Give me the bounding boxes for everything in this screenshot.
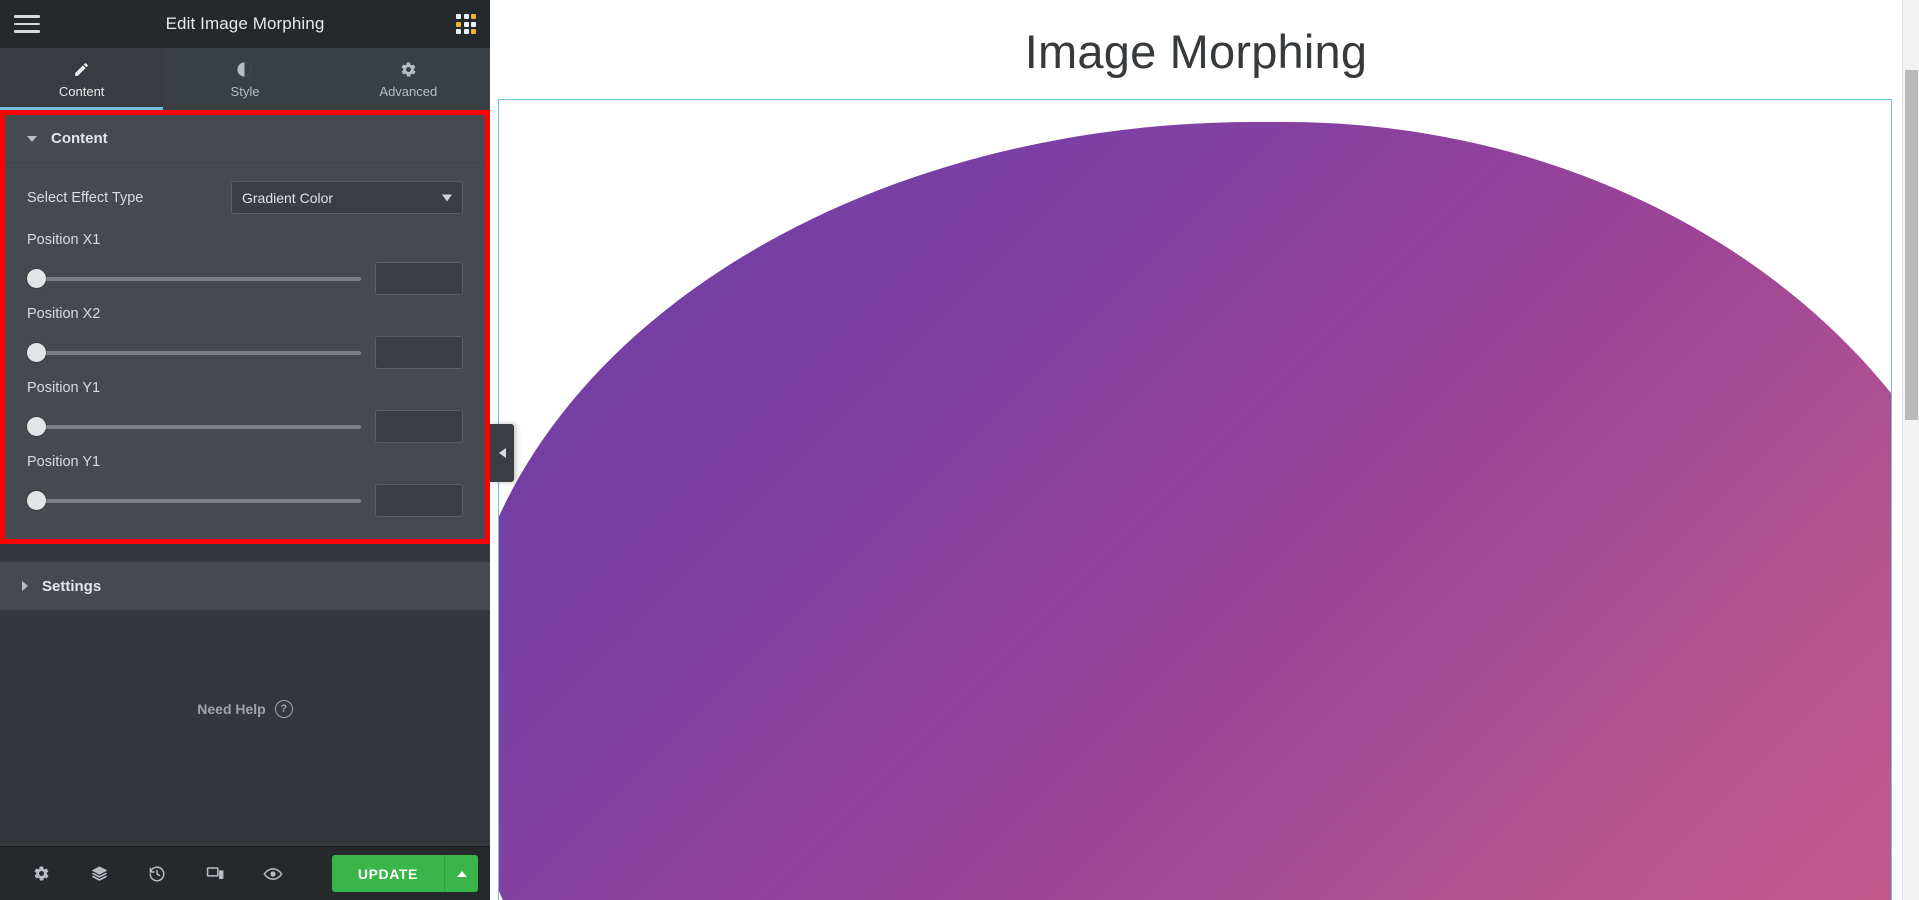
- tab-content[interactable]: Content: [0, 48, 164, 110]
- slider-position-x2: Position X2: [27, 306, 463, 369]
- hamburger-icon[interactable]: [14, 15, 40, 33]
- section-content: Content Select Effect Type Gradient Colo…: [5, 115, 485, 539]
- need-help-label: Need Help: [197, 701, 266, 717]
- content-section-highlight: Content Select Effect Type Gradient Colo…: [0, 110, 490, 544]
- image-morphing-widget-frame[interactable]: [498, 99, 1892, 900]
- slider-track-y1-a[interactable]: [27, 417, 361, 437]
- section-settings-title: Settings: [42, 577, 102, 595]
- section-divider: [0, 544, 490, 562]
- panel-title: Edit Image Morphing: [165, 14, 325, 33]
- contrast-icon: [236, 59, 253, 79]
- caret-up-icon: [456, 870, 467, 877]
- slider-value-input-x1[interactable]: [375, 262, 463, 295]
- need-help-link[interactable]: Need Help ?: [0, 700, 490, 718]
- editor-panel: Edit Image Morphing Content Style Advanc…: [0, 0, 490, 900]
- section-content-header[interactable]: Content: [5, 115, 485, 163]
- caret-right-icon: [22, 581, 28, 591]
- slider-value-input-y1-b[interactable]: [375, 484, 463, 517]
- tab-advanced-label: Advanced: [379, 84, 438, 99]
- panel-tabs: Content Style Advanced: [0, 48, 490, 110]
- slider-handle[interactable]: [27, 343, 46, 362]
- slider-handle[interactable]: [27, 269, 46, 288]
- pencil-icon: [73, 59, 90, 79]
- section-content-body: Select Effect Type Gradient Color Positi…: [5, 163, 485, 539]
- section-settings: Settings: [0, 562, 490, 610]
- slider-rail: [35, 424, 361, 429]
- slider-label: Position Y1: [27, 454, 101, 470]
- slider-label: Position X2: [27, 306, 101, 322]
- section-settings-header[interactable]: Settings: [0, 562, 490, 610]
- panel-body: Content Select Effect Type Gradient Colo…: [0, 110, 490, 846]
- grid-apps-icon[interactable]: [456, 14, 476, 34]
- slider-value-input-y1-a[interactable]: [375, 410, 463, 443]
- update-button-group: UPDATE: [331, 855, 478, 892]
- page-title: Image Morphing: [1024, 25, 1368, 78]
- gear-icon: [400, 59, 417, 79]
- slider-label: Position X1: [27, 232, 101, 248]
- slider-value-input-x2[interactable]: [375, 336, 463, 369]
- canvas-scroll-area: Image Morphing: [490, 0, 1902, 900]
- tab-style[interactable]: Style: [163, 48, 327, 110]
- slider-position-y1-a: Position Y1: [27, 380, 463, 443]
- slider-handle[interactable]: [27, 417, 46, 436]
- tab-advanced[interactable]: Advanced: [326, 48, 490, 110]
- effect-type-row: Select Effect Type Gradient Color: [27, 181, 463, 214]
- slider-label: Position Y1: [27, 380, 101, 396]
- gradient-morph-shape: [499, 122, 1891, 900]
- chevron-left-icon: [498, 448, 506, 458]
- caret-down-icon: [27, 135, 37, 142]
- update-button[interactable]: UPDATE: [331, 855, 444, 892]
- slider-track-x2[interactable]: [27, 343, 361, 363]
- slider-rail: [35, 276, 361, 281]
- question-circle-icon: ?: [274, 700, 293, 718]
- responsive-mode-icon[interactable]: [186, 854, 244, 894]
- slider-track-x1[interactable]: [27, 269, 361, 289]
- effect-type-select[interactable]: Gradient Color: [231, 181, 463, 214]
- update-options-button[interactable]: [444, 855, 478, 892]
- elementor-editor: Edit Image Morphing Content Style Advanc…: [0, 0, 1919, 900]
- scrollbar-thumb[interactable]: [1905, 70, 1918, 420]
- settings-gear-icon[interactable]: [12, 854, 70, 894]
- tab-style-label: Style: [230, 84, 260, 99]
- vertical-scrollbar[interactable]: [1902, 0, 1919, 900]
- tab-content-label: Content: [58, 84, 105, 99]
- effect-type-select-wrap: Gradient Color: [231, 181, 463, 214]
- history-revisions-icon[interactable]: [128, 854, 186, 894]
- slider-track-y1-b[interactable]: [27, 491, 361, 511]
- panel-footer: UPDATE: [0, 846, 490, 900]
- slider-position-x1: Position X1: [27, 232, 463, 295]
- panel-collapse-handle[interactable]: [490, 424, 514, 482]
- slider-position-y1-b: Position Y1: [27, 454, 463, 517]
- preview-canvas: Image Morphing: [490, 0, 1919, 900]
- slider-handle[interactable]: [27, 491, 46, 510]
- slider-rail: [35, 498, 361, 503]
- navigator-layers-icon[interactable]: [70, 854, 128, 894]
- panel-header: Edit Image Morphing: [0, 0, 490, 48]
- slider-rail: [35, 350, 361, 355]
- preview-eye-icon[interactable]: [244, 854, 302, 894]
- effect-type-label: Select Effect Type: [27, 189, 144, 206]
- section-content-title: Content: [51, 130, 108, 147]
